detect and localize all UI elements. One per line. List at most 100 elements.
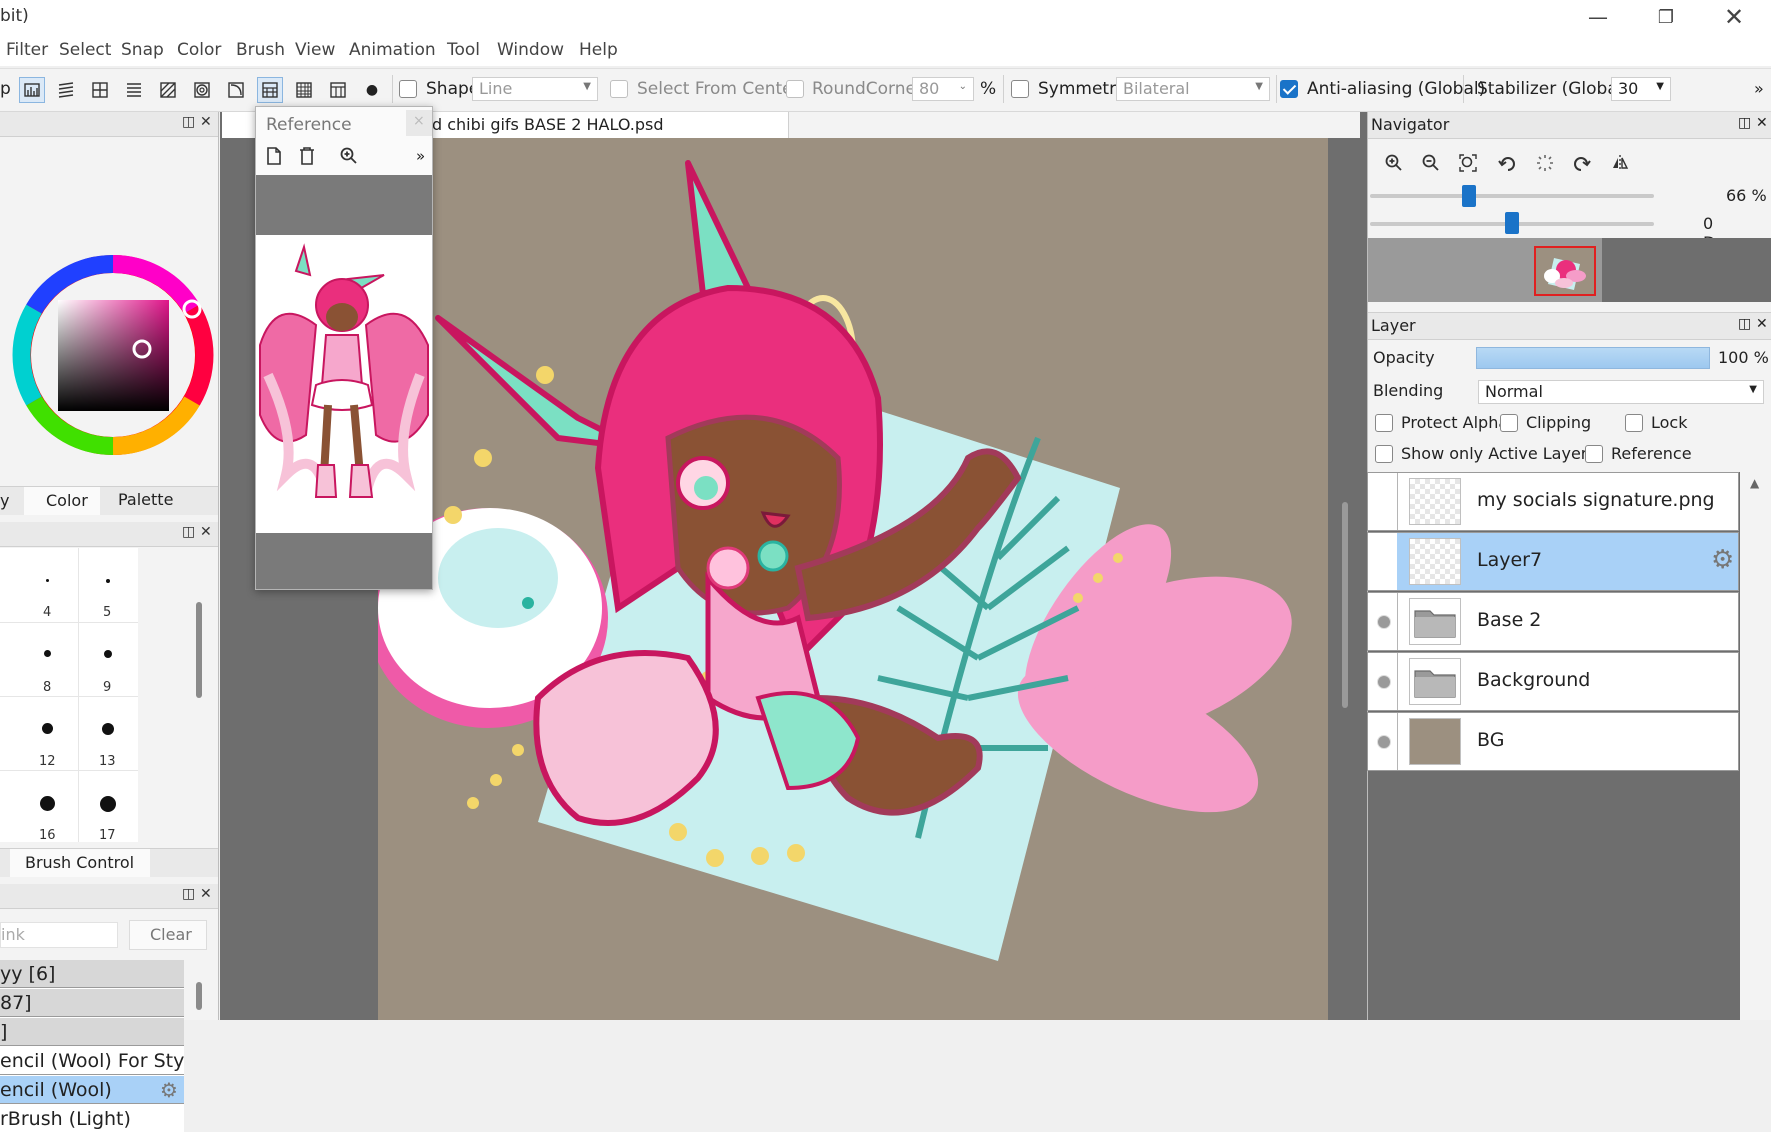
brush-size-8-dot[interactable] xyxy=(44,650,51,657)
layer-row[interactable]: Background xyxy=(1367,652,1739,711)
brush-item-row-selected[interactable]: encil (Wool) ⚙ xyxy=(0,1076,184,1104)
float-panel-icon[interactable]: ◫ xyxy=(1738,316,1751,332)
reference-checkbox[interactable] xyxy=(1585,445,1603,463)
menu-filter[interactable]: Filter xyxy=(6,40,48,60)
window-grid-button[interactable] xyxy=(325,77,351,103)
shape-checkbox[interactable] xyxy=(399,80,417,98)
zoom-out-icon[interactable] xyxy=(1422,154,1440,176)
protect-alpha-checkbox[interactable] xyxy=(1375,414,1393,432)
layer-visibility-toggle[interactable] xyxy=(1368,713,1398,770)
navigator-preview[interactable] xyxy=(1368,238,1771,302)
diagonal-lines-button[interactable] xyxy=(155,77,181,103)
scroll-up-arrow-icon[interactable]: ▲ xyxy=(1750,476,1759,490)
flip-horizontal-icon[interactable] xyxy=(1611,154,1629,176)
float-panel-icon[interactable]: ◫ xyxy=(182,886,195,902)
tab-color[interactable]: Color xyxy=(24,487,100,515)
symmetry-select[interactable]: Bilateral ▼ xyxy=(1116,77,1270,101)
menu-tool[interactable]: Tool xyxy=(447,40,480,60)
menu-select[interactable]: Select xyxy=(59,40,111,60)
toolbar-overflow-button[interactable]: » xyxy=(1754,79,1764,98)
reference-window[interactable]: Reference × » xyxy=(255,106,433,590)
horizontal-lines-button[interactable] xyxy=(121,77,147,103)
shape-select[interactable]: Line ▼ xyxy=(472,77,598,101)
close-panel-icon[interactable]: ✕ xyxy=(200,524,212,540)
close-panel-icon[interactable]: ✕ xyxy=(200,886,212,902)
point-button[interactable]: ● xyxy=(359,77,385,103)
canvas-vertical-scrollbar[interactable] xyxy=(1342,502,1348,708)
opacity-slider[interactable] xyxy=(1476,347,1710,369)
hue-ring[interactable] xyxy=(12,254,214,456)
close-window-button[interactable]: ✕ xyxy=(1704,0,1764,34)
brush-search-clear-button[interactable]: Clear xyxy=(129,920,207,950)
roundcorner-checkbox[interactable] xyxy=(786,80,804,98)
brush-folder-row[interactable]: yy [6] xyxy=(0,960,184,988)
float-panel-icon[interactable]: ◫ xyxy=(182,114,195,130)
brush-size-13-dot[interactable] xyxy=(102,723,114,735)
brush-folder-row[interactable]: 87] xyxy=(0,989,184,1017)
menu-help[interactable]: Help xyxy=(579,40,618,60)
stabilizer-select[interactable]: 30 ▼ xyxy=(1611,77,1671,101)
rotation-slider-thumb[interactable] xyxy=(1505,212,1519,234)
rotate-reset-icon[interactable] xyxy=(1536,154,1554,176)
new-file-icon[interactable] xyxy=(266,147,282,169)
brush-size-4-dot[interactable] xyxy=(46,579,49,582)
layer-row[interactable]: my socials signature.png xyxy=(1367,472,1739,531)
brush-size-9-dot[interactable] xyxy=(104,650,112,658)
restore-button[interactable]: ❐ xyxy=(1636,0,1696,34)
layer-visibility-toggle[interactable] xyxy=(1368,533,1398,590)
close-panel-icon[interactable]: ✕ xyxy=(200,114,212,130)
antialias-checkbox[interactable] xyxy=(1280,80,1298,98)
minimize-button[interactable]: — xyxy=(1568,0,1628,34)
close-panel-icon[interactable]: ✕ xyxy=(1756,316,1768,332)
zoom-fit-icon[interactable] xyxy=(1459,154,1477,176)
zoom-in-icon[interactable] xyxy=(340,147,358,169)
float-panel-icon[interactable]: ◫ xyxy=(182,524,195,540)
layer-row[interactable]: BG xyxy=(1367,712,1739,771)
navigator-viewport-rect[interactable] xyxy=(1534,246,1596,296)
tab-history[interactable]: y xyxy=(0,491,9,510)
gear-icon[interactable]: ⚙ xyxy=(1711,545,1734,575)
reference-window-titlebar[interactable]: Reference × xyxy=(256,107,432,142)
layer-row-body[interactable]: Layer7 ⚙ xyxy=(1397,533,1738,590)
layer-row-body[interactable]: Background xyxy=(1397,653,1738,710)
close-panel-icon[interactable]: ✕ xyxy=(1756,115,1768,131)
gear-icon[interactable]: ⚙ xyxy=(160,1076,178,1103)
layer-visibility-toggle[interactable] xyxy=(1368,593,1398,650)
tab-palette[interactable]: Palette xyxy=(118,490,173,509)
symmetry-checkbox[interactable] xyxy=(1011,80,1029,98)
layer-visibility-toggle[interactable] xyxy=(1368,653,1398,710)
select-from-center-checkbox[interactable] xyxy=(610,80,628,98)
menu-brush[interactable]: Brush xyxy=(236,40,285,60)
brush-list-scrollbar[interactable] xyxy=(196,982,202,1010)
layer-row-active[interactable]: Layer7 ⚙ xyxy=(1367,532,1739,591)
show-only-active-layer-checkbox[interactable] xyxy=(1375,445,1393,463)
perspective-grid-button[interactable] xyxy=(257,77,283,103)
tab-brush-control[interactable]: Brush Control xyxy=(10,849,150,877)
rotate-right-icon[interactable] xyxy=(1573,154,1591,176)
reference-more-button[interactable]: » xyxy=(416,147,425,165)
layer-row-body[interactable]: Base 2 xyxy=(1397,593,1738,650)
blending-select[interactable]: Normal ▼ xyxy=(1478,380,1764,404)
brush-search-input[interactable]: ink xyxy=(0,922,118,948)
color-wheel[interactable] xyxy=(12,254,214,456)
menu-window[interactable]: Window xyxy=(497,40,564,60)
trash-icon[interactable] xyxy=(299,147,315,169)
brush-size-5-dot[interactable] xyxy=(106,579,110,583)
menu-snap[interactable]: Snap xyxy=(121,40,164,60)
cross-grid-button[interactable] xyxy=(87,77,113,103)
brush-item-row[interactable]: encil (Wool) For Stylus xyxy=(0,1047,184,1075)
layer-row-body[interactable]: BG xyxy=(1397,713,1738,770)
brush-size-16-dot[interactable] xyxy=(40,796,55,811)
menu-animation[interactable]: Animation xyxy=(349,40,436,60)
roundcorner-select[interactable]: 80 ⌄ xyxy=(912,77,974,101)
curve-button[interactable] xyxy=(223,77,249,103)
brush-item-row[interactable]: rBrush (Light) xyxy=(0,1105,184,1132)
reference-close-button[interactable]: × xyxy=(406,110,432,136)
brush-folder-row[interactable]: ] xyxy=(0,1018,184,1046)
grid-button[interactable] xyxy=(291,77,317,103)
brush-size-scrollbar[interactable] xyxy=(196,602,202,698)
brush-size-12-dot[interactable] xyxy=(42,723,53,734)
menu-view[interactable]: View xyxy=(295,40,335,60)
menu-color[interactable]: Color xyxy=(177,40,221,60)
zoom-slider-track[interactable] xyxy=(1370,194,1654,198)
